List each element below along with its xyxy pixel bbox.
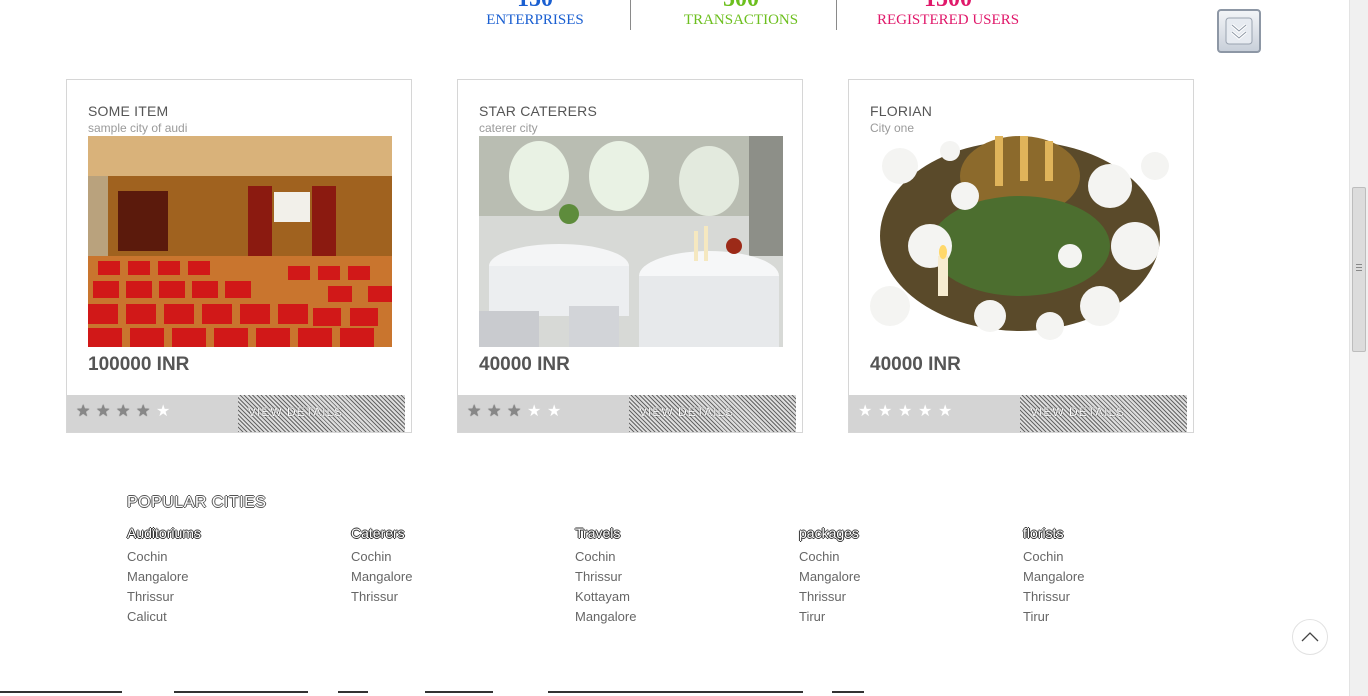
star-empty-icon: ★ — [918, 403, 933, 420]
star-empty-icon: ★ — [547, 403, 562, 420]
card-price: 40000 INR — [870, 354, 961, 375]
category-heading: Caterers — [351, 525, 405, 541]
city-link[interactable]: Kottayam — [575, 587, 775, 607]
card-footer: ★ ★ ★ ★ ★ VIEW DETAILS — [458, 395, 802, 432]
stat-transactions: 500 TRANSACTIONS — [641, 0, 841, 30]
collapse-toggle-button[interactable] — [1217, 9, 1261, 53]
footer-edge — [0, 690, 1349, 696]
star-empty-icon: ★ — [938, 403, 953, 420]
stat-divider — [836, 0, 837, 30]
card-price: 100000 INR — [88, 354, 190, 375]
star-rating: ★ ★ ★ ★ ★ — [458, 395, 629, 432]
star-empty-icon: ★ — [527, 403, 542, 420]
view-details-button[interactable]: VIEW DETAILS — [629, 395, 796, 432]
card-city: City one — [870, 121, 915, 135]
view-details-button[interactable]: VIEW DETAILS — [238, 395, 405, 432]
city-link[interactable]: Mangalore — [1023, 567, 1223, 587]
listing-card[interactable]: STAR CATERERS caterer city 40000 INR ★ ★… — [457, 79, 803, 433]
scroll-to-top-button[interactable] — [1292, 619, 1328, 655]
city-column-florists: florists Cochin Mangalore Thrissur Tirur — [1023, 525, 1223, 627]
stat-registered-users: 1500 REGISTERED USERS — [848, 0, 1048, 30]
star-filled-icon: ★ — [467, 403, 482, 420]
city-link[interactable]: Thrissur — [575, 567, 775, 587]
stat-label: ENTERPRISES — [486, 12, 584, 28]
category-heading: Travels — [575, 525, 621, 541]
star-empty-icon: ★ — [898, 403, 913, 420]
city-link[interactable]: Cochin — [575, 547, 775, 567]
city-column-caterers: Caterers Cochin Mangalore Thrissur — [351, 525, 551, 607]
city-column-travels: Travels Cochin Thrissur Kottayam Mangalo… — [575, 525, 775, 627]
floral-chandelier-photo[interactable] — [870, 136, 1174, 347]
popular-cities-heading: POPULAR CITIES — [127, 494, 267, 511]
star-filled-icon: ★ — [116, 403, 131, 420]
city-link[interactable]: Mangalore — [351, 567, 551, 587]
star-filled-icon: ★ — [76, 403, 91, 420]
star-rating: ★ ★ ★ ★ ★ — [67, 395, 238, 432]
city-link[interactable]: Thrissur — [799, 587, 999, 607]
city-link[interactable]: Cochin — [799, 547, 999, 567]
card-city: sample city of audi — [88, 121, 188, 135]
city-link[interactable]: Mangalore — [575, 607, 775, 627]
category-heading: florists — [1023, 525, 1064, 541]
city-link[interactable]: Thrissur — [127, 587, 327, 607]
city-link[interactable]: Cochin — [351, 547, 551, 567]
star-filled-icon: ★ — [507, 403, 522, 420]
star-filled-icon: ★ — [96, 403, 111, 420]
listing-card[interactable]: SOME ITEM sample city of audi 100000 INR… — [66, 79, 412, 433]
chevron-up-icon — [1301, 632, 1319, 642]
city-link[interactable]: Calicut — [127, 607, 327, 627]
city-link[interactable]: Tirur — [1023, 607, 1223, 627]
city-column-packages: packages Cochin Mangalore Thrissur Tirur — [799, 525, 999, 627]
category-heading: Auditoriums — [127, 525, 201, 541]
card-city: caterer city — [479, 121, 538, 135]
city-link[interactable]: Thrissur — [351, 587, 551, 607]
card-title[interactable]: FLORIAN — [870, 103, 932, 119]
banquet-hall-photo[interactable] — [479, 136, 783, 347]
star-filled-icon: ★ — [136, 403, 151, 420]
star-empty-icon: ★ — [878, 403, 893, 420]
card-footer: ★ ★ ★ ★ ★ VIEW DETAILS — [849, 395, 1193, 432]
double-chevron-down-icon — [1225, 17, 1253, 45]
listing-card[interactable]: FLORIAN City one 40000 INR ★ ★ ★ ★ ★ VIE… — [848, 79, 1194, 433]
vertical-scrollbar[interactable] — [1349, 0, 1368, 696]
view-details-label: VIEW DETAILS — [248, 405, 344, 419]
card-footer: ★ ★ ★ ★ ★ VIEW DETAILS — [67, 395, 411, 432]
city-link[interactable]: Mangalore — [799, 567, 999, 587]
view-details-label: VIEW DETAILS — [1030, 405, 1126, 419]
scrollbar-thumb[interactable] — [1352, 187, 1366, 352]
view-details-button[interactable]: VIEW DETAILS — [1020, 395, 1187, 432]
star-empty-icon: ★ — [156, 403, 171, 420]
star-rating: ★ ★ ★ ★ ★ — [849, 395, 1020, 432]
card-price: 40000 INR — [479, 354, 570, 375]
star-filled-icon: ★ — [487, 403, 502, 420]
city-column-auditoriums: Auditoriums Cochin Mangalore Thrissur Ca… — [127, 525, 327, 627]
card-title[interactable]: STAR CATERERS — [479, 103, 597, 119]
stat-label: REGISTERED USERS — [876, 12, 1020, 28]
star-empty-icon: ★ — [858, 403, 873, 420]
auditorium-photo[interactable] — [88, 136, 392, 347]
category-heading: packages — [799, 525, 859, 541]
stat-divider — [630, 0, 631, 30]
city-link[interactable]: Thrissur — [1023, 587, 1223, 607]
view-details-label: VIEW DETAILS — [639, 405, 735, 419]
city-link[interactable]: Tirur — [799, 607, 999, 627]
city-link[interactable]: Cochin — [127, 547, 327, 567]
city-link[interactable]: Cochin — [1023, 547, 1223, 567]
card-title[interactable]: SOME ITEM — [88, 103, 168, 119]
stat-label: TRANSACTIONS — [683, 12, 799, 28]
stat-enterprises: 150 ENTERPRISES — [435, 0, 635, 30]
city-link[interactable]: Mangalore — [127, 567, 327, 587]
